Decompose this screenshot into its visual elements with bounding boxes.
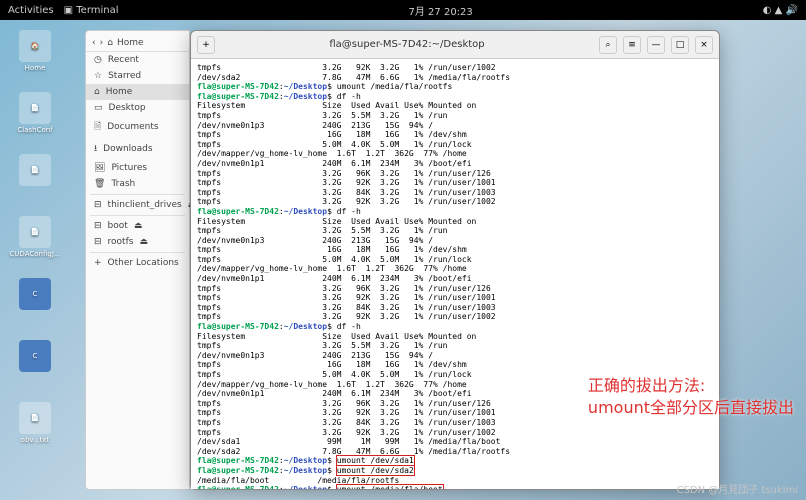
annotation-line: umount全部分区后直接拔出 xyxy=(588,397,794,419)
sidebar-item-label: Desktop xyxy=(109,103,146,113)
sidebar-item-label: thinclient_drives xyxy=(108,200,182,210)
icon-label: obv...txt xyxy=(21,436,50,444)
sidebar-item-recent[interactable]: ◷ Recent xyxy=(86,52,189,68)
sidebar-item-boot[interactable]: ⊟ boot ⏏ xyxy=(86,218,189,234)
desktop-icon[interactable]: C xyxy=(10,340,60,390)
star-icon: ☆ xyxy=(94,71,102,81)
sidebar-item-label: rootfs xyxy=(108,237,134,247)
desktop-icon[interactable]: 📄 obv...txt xyxy=(10,402,60,452)
terminal-output[interactable]: tmpfs 3.2G 92K 3.2G 1% /run/user/1002 /d… xyxy=(191,59,719,489)
annotation-line: 正确的拔出方法: xyxy=(588,375,794,397)
file-icon: 📄 xyxy=(19,154,51,186)
sidebar-item-pictures[interactable]: 🖼 Pictures xyxy=(86,160,189,176)
annotation-text: 正确的拔出方法: umount全部分区后直接拔出 xyxy=(588,375,794,420)
search-button[interactable]: ⌕ xyxy=(599,36,617,54)
desktop-icon: ▭ xyxy=(94,103,103,113)
home-icon: ⌂ xyxy=(94,87,100,97)
minimize-button[interactable]: — xyxy=(647,36,665,54)
file-manager-sidebar: ‹ › ⌂ Home ◷ Recent ☆ Starred ⌂ Home ▭ Deskt… xyxy=(85,30,190,490)
close-button[interactable]: × xyxy=(695,36,713,54)
sidebar-item-desktop[interactable]: ▭ Desktop xyxy=(86,100,189,116)
eject-icon[interactable]: ⏏ xyxy=(134,221,143,231)
clock[interactable]: 7月 27 20:23 xyxy=(409,3,473,18)
window-title: fla@super-MS-7D42:~/Desktop xyxy=(221,39,593,50)
trash-icon: 🗑 xyxy=(94,179,105,189)
gnome-topbar: Activities ▣ Terminal 7月 27 20:23 ◐ ▲ 🔊 xyxy=(0,0,806,20)
sidebar-item-label: Downloads xyxy=(103,144,152,154)
sidebar-item-starred[interactable]: ☆ Starred xyxy=(86,68,189,84)
download-icon: ⭳ xyxy=(94,141,97,157)
drive-icon: ⊟ xyxy=(94,237,102,247)
activities-label[interactable]: Activities xyxy=(8,5,54,16)
documents-icon: 🗎 xyxy=(94,119,101,135)
desktop-icon[interactable]: 📄 xyxy=(10,154,60,204)
c-file-icon: C xyxy=(19,278,51,310)
terminal-label: Terminal xyxy=(76,5,118,16)
forward-icon[interactable]: › xyxy=(100,38,104,48)
pictures-icon: 🖼 xyxy=(94,163,105,173)
drive-icon: ⊟ xyxy=(94,200,102,210)
sidebar-item-other[interactable]: + Other Locations xyxy=(86,255,189,271)
desktop-icon[interactable]: 📄 CUDAConfigJ... xyxy=(10,216,60,266)
file-icon: 📄 xyxy=(19,216,51,248)
terminal-icon: ▣ xyxy=(64,5,73,16)
file-icon: 📄 xyxy=(19,92,51,124)
sidebar-item-label: Home xyxy=(106,87,133,97)
new-tab-button[interactable]: + xyxy=(197,36,215,54)
back-icon[interactable]: ‹ xyxy=(92,38,96,48)
drive-icon: ⊟ xyxy=(94,221,102,231)
plus-icon: + xyxy=(94,258,102,268)
sidebar-item-label: Recent xyxy=(108,55,139,65)
terminal-indicator[interactable]: ▣ Terminal xyxy=(64,5,119,16)
icon-label: ClashConf xyxy=(17,126,52,134)
desktop-icon[interactable]: C xyxy=(10,278,60,328)
home-folder-icon: 🏠 xyxy=(19,30,51,62)
c-file-icon: C xyxy=(19,340,51,372)
desktop-icons: 🏠 Home 📄 ClashConf 📄 📄 CUDAConfigJ... C C 📄… xyxy=(10,30,60,464)
file-icon: 📄 xyxy=(19,402,51,434)
sidebar-item-label: Documents xyxy=(107,122,158,132)
sidebar-item-label: Pictures xyxy=(111,163,147,173)
sidebar-item-documents[interactable]: 🗎 Documents xyxy=(86,116,189,138)
sidebar-item-trash[interactable]: 🗑 Trash xyxy=(86,176,189,192)
sidebar-item-label: boot xyxy=(108,221,128,231)
path-label: Home xyxy=(117,38,144,48)
sidebar-item-label: Trash xyxy=(111,179,135,189)
icon-label: Home xyxy=(25,64,46,72)
watermark: CSDN @月見団子 tsukimi xyxy=(677,481,798,496)
sidebar-item-home[interactable]: ⌂ Home xyxy=(86,84,189,100)
terminal-titlebar[interactable]: + fla@super-MS-7D42:~/Desktop ⌕ ≡ — □ × xyxy=(191,31,719,59)
desktop-icon[interactable]: 📄 ClashConf xyxy=(10,92,60,142)
sidebar-item-rootfs[interactable]: ⊟ rootfs ⏏ xyxy=(86,234,189,250)
home-icon: ⌂ xyxy=(107,38,113,48)
clock-icon: ◷ xyxy=(94,55,102,65)
sidebar-item-downloads[interactable]: ⭳ Downloads xyxy=(86,138,189,160)
menu-button[interactable]: ≡ xyxy=(623,36,641,54)
sidebar-item-thinclient[interactable]: ⊟thinclient_drives⏏ xyxy=(86,197,189,213)
sidebar-item-label: Other Locations xyxy=(108,258,179,268)
terminal-window: + fla@super-MS-7D42:~/Desktop ⌕ ≡ — □ × … xyxy=(190,30,720,490)
eject-icon[interactable]: ⏏ xyxy=(139,237,148,247)
fm-path-bar[interactable]: ‹ › ⌂ Home xyxy=(86,35,189,52)
maximize-button[interactable]: □ xyxy=(671,36,689,54)
system-tray[interactable]: ◐ ▲ 🔊 xyxy=(763,5,798,16)
icon-label: CUDAConfigJ... xyxy=(9,250,60,258)
sidebar-item-label: Starred xyxy=(108,71,141,81)
desktop-icon[interactable]: 🏠 Home xyxy=(10,30,60,80)
